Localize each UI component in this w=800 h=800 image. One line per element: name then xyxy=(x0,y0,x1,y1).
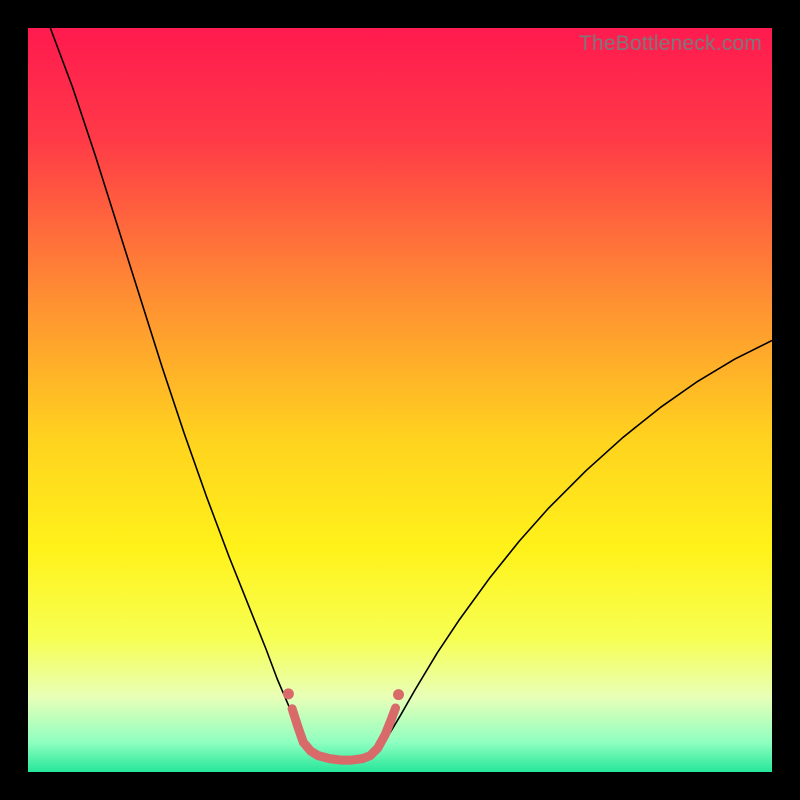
outer-frame: TheBottleneck.com xyxy=(0,0,800,800)
bottom-marker-dot-left xyxy=(283,688,294,699)
plot-area: TheBottleneck.com xyxy=(28,28,772,772)
bottom-marker-dot-right xyxy=(393,689,404,700)
gradient-background xyxy=(28,28,772,772)
chart-svg xyxy=(28,28,772,772)
watermark-label: TheBottleneck.com xyxy=(579,32,762,56)
